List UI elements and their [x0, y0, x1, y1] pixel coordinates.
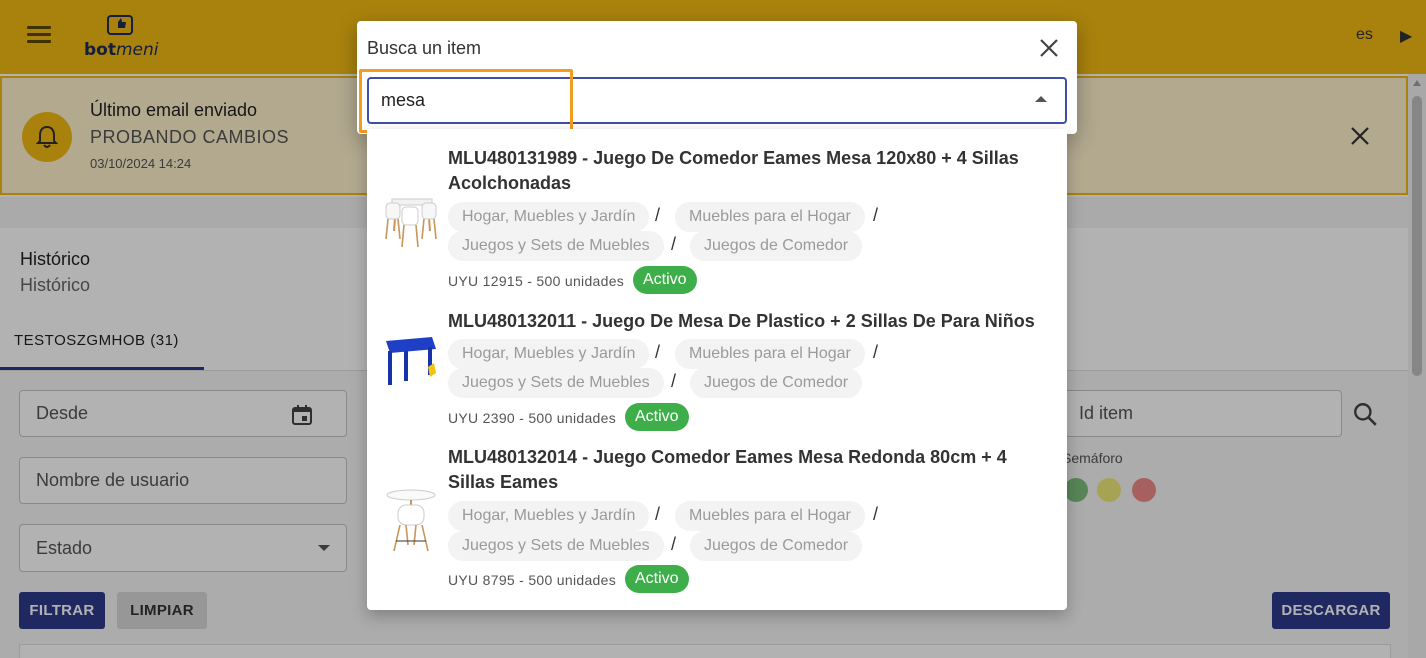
- category-separator: /: [873, 342, 879, 362]
- category-chip: Juegos de Comedor: [690, 531, 863, 561]
- category-separator: /: [655, 504, 661, 524]
- dialog-title: Busca un item: [367, 38, 482, 58]
- status-badge: Activo: [625, 403, 689, 431]
- result-title: MLU480132011 - Juego De Mesa De Plastico…: [448, 311, 1035, 331]
- category-chip: Hogar, Muebles y Jardín: [448, 501, 650, 531]
- table-chairs-thumbnail: [385, 198, 437, 248]
- result-title: MLU480132014 - Juego Comedor Eames Mesa …: [448, 447, 1007, 492]
- search-results-list: MLU480131989 - Juego De Comedor Eames Me…: [367, 129, 1067, 610]
- result-price: UYU 2390 - 500 unidades: [448, 410, 617, 426]
- result-price: UYU 8795 - 500 unidades: [448, 572, 617, 588]
- category-chip: Juegos de Comedor: [690, 231, 863, 261]
- plastic-table-thumbnail: [386, 337, 436, 385]
- category-chip: Muebles para el Hogar: [675, 339, 865, 369]
- category-chip: Juegos y Sets de Muebles: [448, 231, 664, 261]
- status-badge: Activo: [625, 565, 689, 593]
- category-chip: Juegos y Sets de Muebles: [448, 531, 664, 561]
- dropdown-up-arrow-icon[interactable]: [1035, 96, 1047, 102]
- category-separator: /: [655, 342, 661, 362]
- category-chip: Hogar, Muebles y Jardín: [448, 339, 650, 369]
- result-title: MLU480131989 - Juego De Comedor Eames Me…: [448, 148, 1019, 193]
- category-chip: Hogar, Muebles y Jardín: [448, 202, 650, 232]
- category-separator: /: [873, 504, 879, 524]
- status-badge: Activo: [633, 266, 697, 294]
- category-separator: /: [655, 205, 661, 225]
- result-item[interactable]: MLU480131989 - Juego De Comedor Eames Me…: [367, 129, 1067, 294]
- result-item[interactable]: MLU480132011 - Juego De Mesa De Plastico…: [367, 299, 1067, 439]
- category-chip: Juegos de Comedor: [690, 368, 863, 398]
- result-price: UYU 12915 - 500 unidades: [448, 273, 625, 289]
- category-separator: /: [873, 205, 879, 225]
- round-table-thumbnail: [386, 489, 436, 552]
- category-separator: /: [671, 234, 677, 254]
- category-chip: Muebles para el Hogar: [675, 501, 865, 531]
- highlight-box: [359, 69, 573, 133]
- category-separator: /: [671, 371, 677, 391]
- close-icon[interactable]: [1037, 36, 1061, 60]
- result-item[interactable]: MLU480132014 - Juego Comedor Eames Mesa …: [367, 439, 1067, 610]
- category-chip: Juegos y Sets de Muebles: [448, 368, 664, 398]
- category-chip: Muebles para el Hogar: [675, 202, 865, 232]
- category-separator: /: [671, 534, 677, 554]
